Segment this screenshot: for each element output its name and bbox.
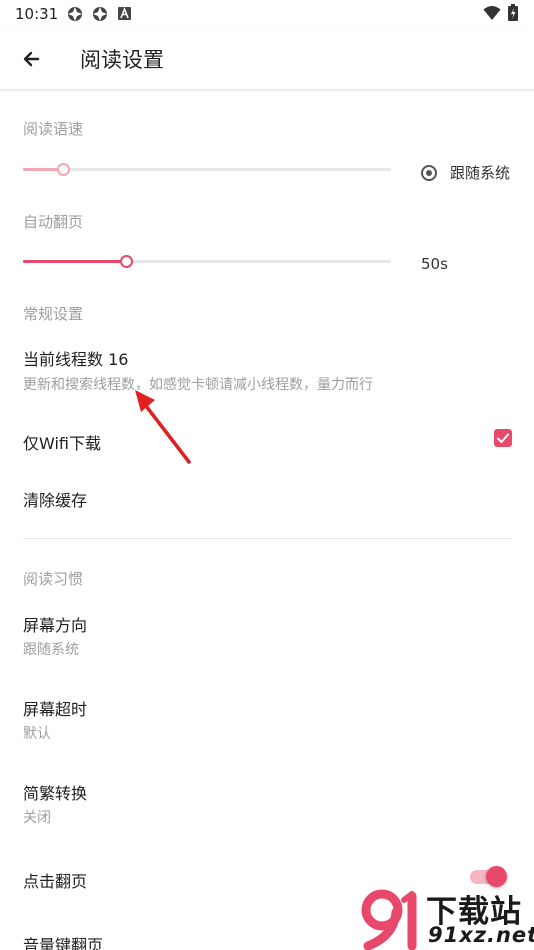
status-bar: 10:31 (0, 0, 534, 28)
status-time: 10:31 (15, 5, 59, 23)
screen-orientation-value: 跟随系统 (23, 642, 79, 658)
tap-page-title: 点击翻页 (23, 872, 88, 891)
simplified-traditional-value: 关闭 (23, 810, 51, 826)
svg-text:91: 91 (360, 888, 362, 889)
slider-fill (23, 260, 126, 263)
section-header-reading-speed: 阅读语速 (23, 120, 84, 138)
auto-page-slider[interactable] (23, 252, 391, 272)
auto-page-value: 50s (421, 255, 448, 273)
simplified-traditional-item[interactable]: 简繁转换 关闭 (0, 770, 534, 834)
volume-page-title: 音量键翻页 (23, 936, 104, 950)
simplified-traditional-title: 简繁转换 (23, 784, 88, 803)
app-bar: 阅读设置 (0, 28, 534, 90)
screen-orientation-item[interactable]: 屏幕方向 跟随系统 (0, 602, 534, 666)
clear-cache-title: 清除缓存 (23, 491, 88, 510)
battery-icon (508, 4, 518, 21)
clear-cache-item[interactable]: 清除缓存 (0, 472, 534, 524)
font-a-icon (118, 7, 131, 20)
thread-count-title: 当前线程数 16 (23, 350, 129, 369)
arrow-back-icon[interactable] (16, 43, 48, 75)
thread-count-subtitle: 更新和搜索线程数，如感觉卡顿请减小线程数，量力而行 (23, 377, 373, 393)
reading-speed-slider[interactable] (23, 160, 391, 180)
divider (23, 538, 512, 539)
checkbox-checked-icon[interactable] (494, 429, 512, 447)
follow-system-radio[interactable]: 跟随系统 (421, 162, 510, 183)
watermark-url: 91xz.net (428, 923, 534, 947)
wifi-icon (483, 6, 501, 20)
settings-sync-icon (93, 7, 107, 21)
slider-track (23, 168, 391, 171)
screen-timeout-value: 默认 (23, 726, 51, 742)
switch-knob[interactable] (486, 866, 507, 887)
screen-timeout-title: 屏幕超时 (23, 700, 88, 719)
section-header-general: 常规设置 (23, 305, 84, 323)
section-header-auto-page: 自动翻页 (23, 213, 84, 231)
wifi-only-title: 仅Wifi下载 (23, 434, 101, 453)
radio-button-icon[interactable] (421, 164, 437, 181)
watermark-logo-icon: 91 (360, 888, 417, 950)
tap-page-switch[interactable] (470, 865, 510, 887)
watermark: 91 下载站 91xz.net (360, 886, 534, 950)
settings-sync-icon (68, 7, 82, 21)
wifi-only-item[interactable]: 仅Wifi下载 (0, 412, 534, 464)
thread-count-item[interactable]: 当前线程数 16 更新和搜索线程数，如感觉卡顿请减小线程数，量力而行 (0, 335, 534, 395)
slider-thumb[interactable] (120, 255, 133, 268)
page-title: 阅读设置 (80, 48, 164, 72)
follow-system-label: 跟随系统 (450, 164, 511, 182)
screen-orientation-title: 屏幕方向 (23, 616, 88, 635)
section-header-habits: 阅读习惯 (23, 570, 84, 588)
screen-timeout-item[interactable]: 屏幕超时 默认 (0, 686, 534, 750)
slider-thumb[interactable] (57, 163, 70, 176)
